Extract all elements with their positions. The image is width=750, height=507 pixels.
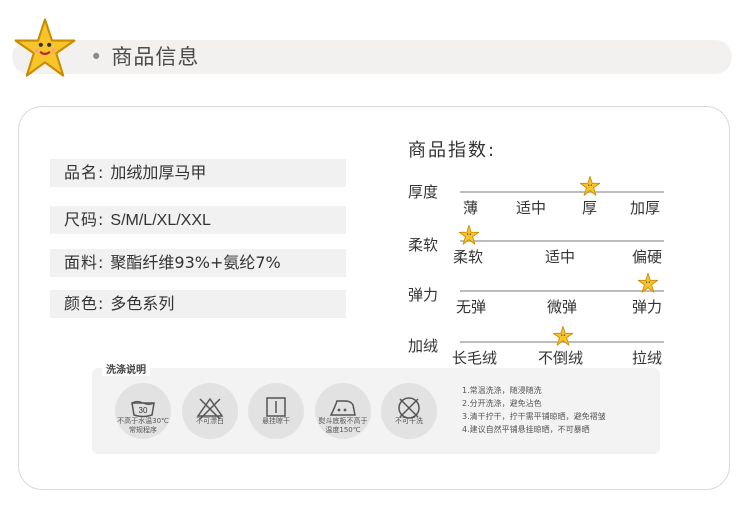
index-tick: 薄	[463, 199, 479, 217]
spec-row-name: 品名: 加绒加厚马甲	[50, 159, 346, 187]
wash-icon-label: 不可干洗	[395, 417, 423, 425]
washing-note: 1.常温洗涤，随浸随洗	[462, 386, 542, 395]
index-marker-star-icon	[637, 272, 659, 293]
index-label-thickness: 厚度	[408, 183, 439, 201]
index-scale-line	[460, 240, 664, 242]
washing-note: 3.清干拧干，拧干需平铺晾晒，避免褶皱	[462, 412, 606, 421]
index-tick: 加厚	[630, 199, 661, 217]
index-tick: 无弹	[456, 298, 487, 316]
wash-icon-label: 不可漂白	[196, 417, 224, 425]
index-title: 商品指数:	[408, 140, 497, 161]
wash-icon-label: 熨斗底板不高于 温度150℃	[318, 417, 368, 434]
section-title-text: 商品信息	[111, 45, 200, 69]
spec-label: 颜色:	[64, 294, 105, 313]
wash-icon-label: 不高于水温30℃ 常规程序	[117, 417, 169, 434]
wash-icon-circle	[381, 383, 437, 439]
spec-label: 面料:	[64, 253, 105, 272]
starfish-mascot-icon	[14, 18, 76, 77]
spec-row-color: 颜色: 多色系列	[50, 290, 346, 318]
washing-note: 2.分开洗涤，避免沾色	[462, 399, 542, 408]
spec-value: S/M/L/XL/XXL	[110, 212, 211, 229]
washing-note: 4.建议自然平铺悬挂晾晒，不可暴晒	[462, 425, 590, 434]
index-marker-star-icon	[458, 224, 480, 245]
wash-temp-mark: 30	[139, 406, 148, 415]
index-tick: 微弹	[547, 298, 578, 316]
index-tick: 拉绒	[632, 349, 663, 367]
hang-dry-icon	[266, 397, 286, 417]
spec-row-size: 尺码: S/M/L/XL/XXL	[50, 206, 346, 234]
no-dry-clean-icon	[398, 397, 420, 419]
index-tick: 适中	[545, 248, 576, 266]
index-tick: 长毛绒	[452, 349, 498, 367]
spec-label: 品名:	[64, 163, 105, 182]
index-tick: 弹力	[632, 298, 663, 316]
index-scale-line	[460, 191, 664, 193]
index-tick: 厚	[582, 199, 598, 217]
spec-row-fabric: 面料: 聚酯纤维93%+氨纶7%	[50, 249, 346, 277]
index-label-fleece: 加绒	[408, 337, 439, 355]
index-scale-line	[460, 290, 664, 292]
spec-value: 加绒加厚马甲	[110, 163, 207, 182]
spec-value: 聚酯纤维93%+氨纶7%	[110, 253, 281, 272]
no-bleach-icon	[196, 397, 224, 420]
washing-notes: 1.常温洗涤，随浸随洗 2.分开洗涤，避免沾色 3.清干拧干，拧干需平铺晾晒，避…	[462, 384, 606, 436]
washing-title: 洗涤说明	[102, 361, 150, 376]
wash-icon-circle	[248, 383, 304, 439]
index-tick: 柔软	[453, 248, 484, 266]
spec-value: 多色系列	[110, 294, 175, 313]
index-tick: 不倒绒	[538, 349, 584, 367]
index-tick: 适中	[516, 199, 547, 217]
section-title: • 商品信息	[90, 40, 199, 74]
wash-icon-circle	[182, 383, 238, 439]
index-marker-star-icon	[579, 175, 601, 196]
spec-label: 尺码:	[64, 210, 105, 229]
index-label-elasticity: 弹力	[408, 286, 439, 304]
wash-icon-label: 悬挂晾干	[262, 417, 290, 425]
bullet-dot: •	[90, 45, 104, 69]
index-label-softness: 柔软	[408, 236, 439, 254]
index-tick: 偏硬	[632, 248, 663, 266]
index-marker-star-icon	[552, 325, 574, 346]
